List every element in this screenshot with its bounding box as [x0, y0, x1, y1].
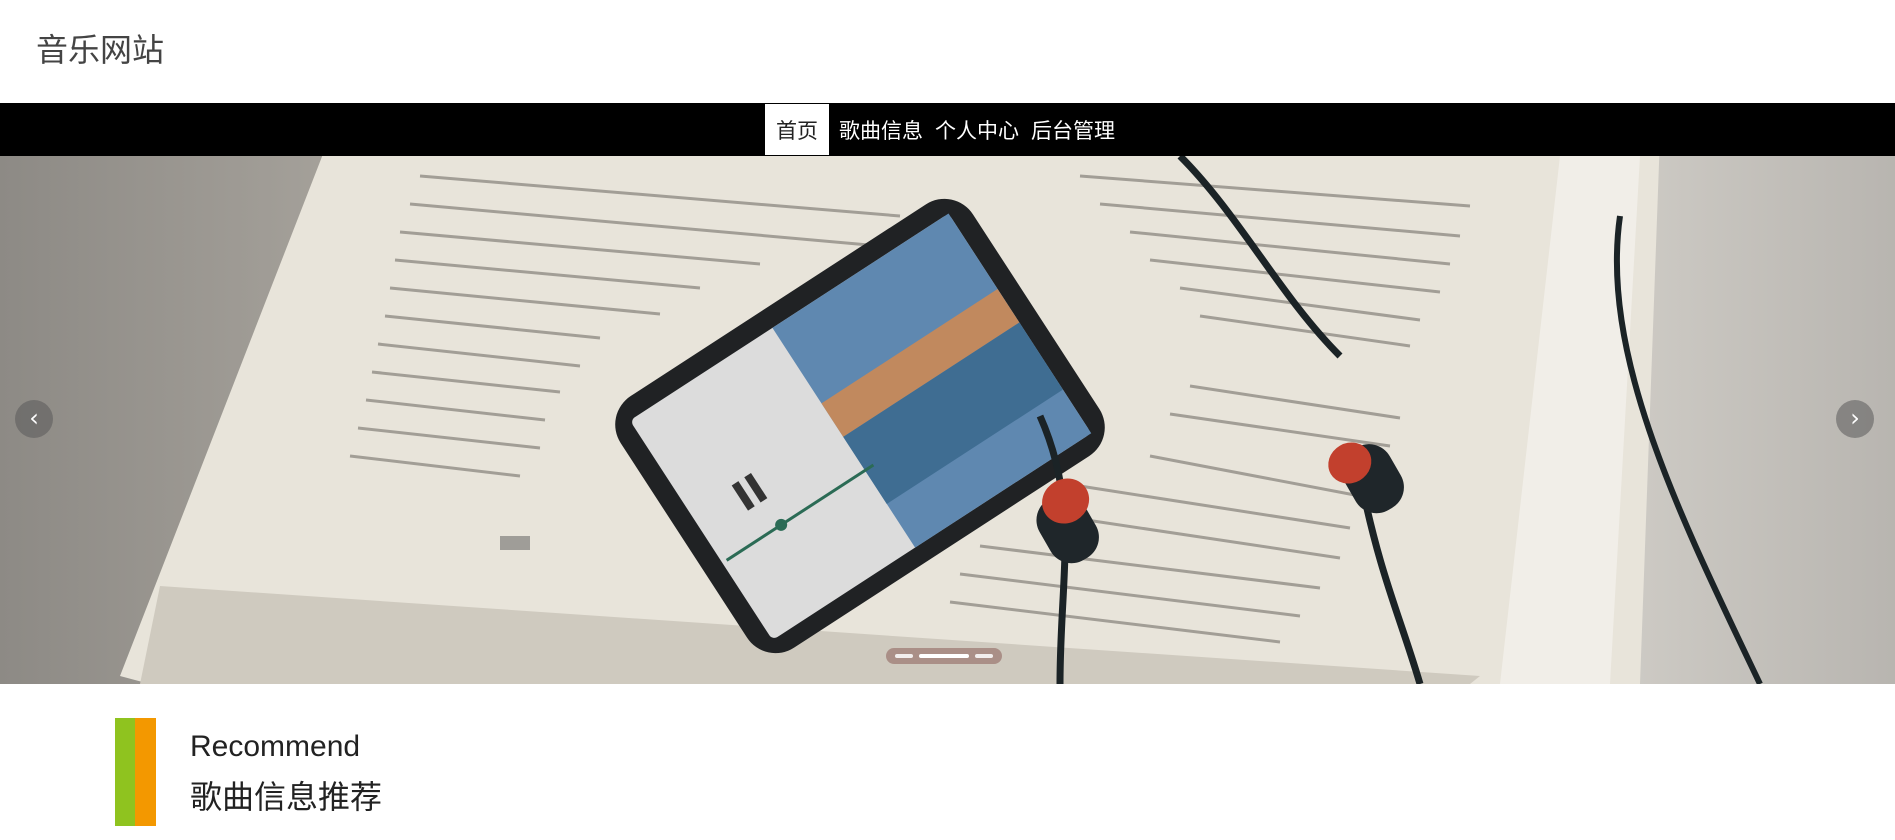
accent-bar-green — [115, 718, 135, 826]
site-header: 音乐网站 — [0, 0, 1895, 103]
carousel-dot-3[interactable] — [975, 654, 993, 658]
nav-item-songs[interactable]: 歌曲信息 — [833, 103, 929, 156]
section-title-en: Recommend — [190, 730, 361, 763]
nav-item-admin[interactable]: 后台管理 — [1025, 103, 1121, 156]
nav-list: 首页 歌曲信息 个人中心 后台管理 — [765, 103, 1121, 156]
banner-image — [120, 156, 1763, 684]
carousel-indicator — [886, 648, 1002, 664]
site-title: 音乐网站 — [36, 31, 165, 69]
chevron-left-icon: ‹ — [29, 404, 39, 432]
banner-carousel[interactable]: ‹ › — [0, 156, 1895, 684]
carousel-prev-button[interactable]: ‹ — [15, 400, 53, 438]
chevron-right-icon: › — [1850, 404, 1860, 432]
carousel-dot-2[interactable] — [919, 654, 969, 658]
nav-item-home[interactable]: 首页 — [765, 104, 829, 155]
accent-bar-orange — [135, 718, 156, 826]
main-nav: 首页 歌曲信息 个人中心 后台管理 — [0, 103, 1895, 156]
nav-item-profile[interactable]: 个人中心 — [929, 103, 1025, 156]
carousel-dot-1[interactable] — [895, 654, 913, 658]
recommend-section-header: Recommend 歌曲信息推荐 — [115, 718, 515, 826]
carousel-next-button[interactable]: › — [1836, 400, 1874, 438]
section-title-cn: 歌曲信息推荐 — [190, 778, 383, 816]
